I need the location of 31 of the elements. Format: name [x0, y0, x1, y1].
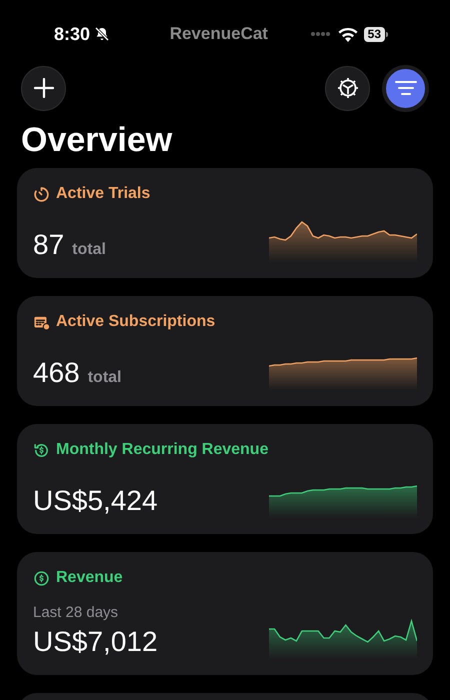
- unit-label: total: [72, 240, 106, 260]
- dollar-history-icon: [33, 442, 50, 458]
- timer-icon: [33, 186, 50, 202]
- metric-card[interactable]: Active Subscriptions 468 total: [17, 296, 433, 406]
- muted-bell-icon: [94, 26, 110, 42]
- clock: 8:30: [54, 22, 90, 46]
- metric-value: US$5,424: [33, 484, 158, 518]
- metric-card[interactable]: Monthly Recurring Revenue US$5,424: [17, 424, 433, 534]
- metric-card[interactable]: Revenue Last 28 days US$7,012: [17, 552, 433, 674]
- filter-icon: [394, 80, 416, 96]
- filter-button[interactable]: [382, 64, 429, 112]
- card-title: Active Subscriptions: [56, 312, 216, 332]
- dollar-circle-icon: [33, 570, 50, 586]
- metric-card[interactable]: Active Trials 87 total: [17, 168, 433, 278]
- settings-button[interactable]: [325, 66, 370, 110]
- period-label: Last 28 days: [33, 603, 120, 623]
- logo: RevenueCat: [170, 23, 268, 46]
- battery-level: 53: [364, 26, 385, 42]
- card-title: Active Trials: [56, 184, 150, 204]
- wifi-icon: [338, 26, 358, 42]
- card-title: Monthly Recurring Revenue: [56, 440, 268, 460]
- add-button[interactable]: [21, 66, 66, 110]
- metric-value: US$7,012: [33, 624, 158, 658]
- signal-icon: [310, 31, 332, 37]
- card-title: Revenue: [56, 568, 123, 588]
- settings-icon: [336, 76, 360, 100]
- plus-icon: [34, 78, 54, 98]
- page-title: Overview: [20, 120, 174, 160]
- metric-value: 87: [33, 228, 64, 262]
- unit-label: total: [88, 368, 122, 388]
- metric-value: 468: [33, 356, 80, 390]
